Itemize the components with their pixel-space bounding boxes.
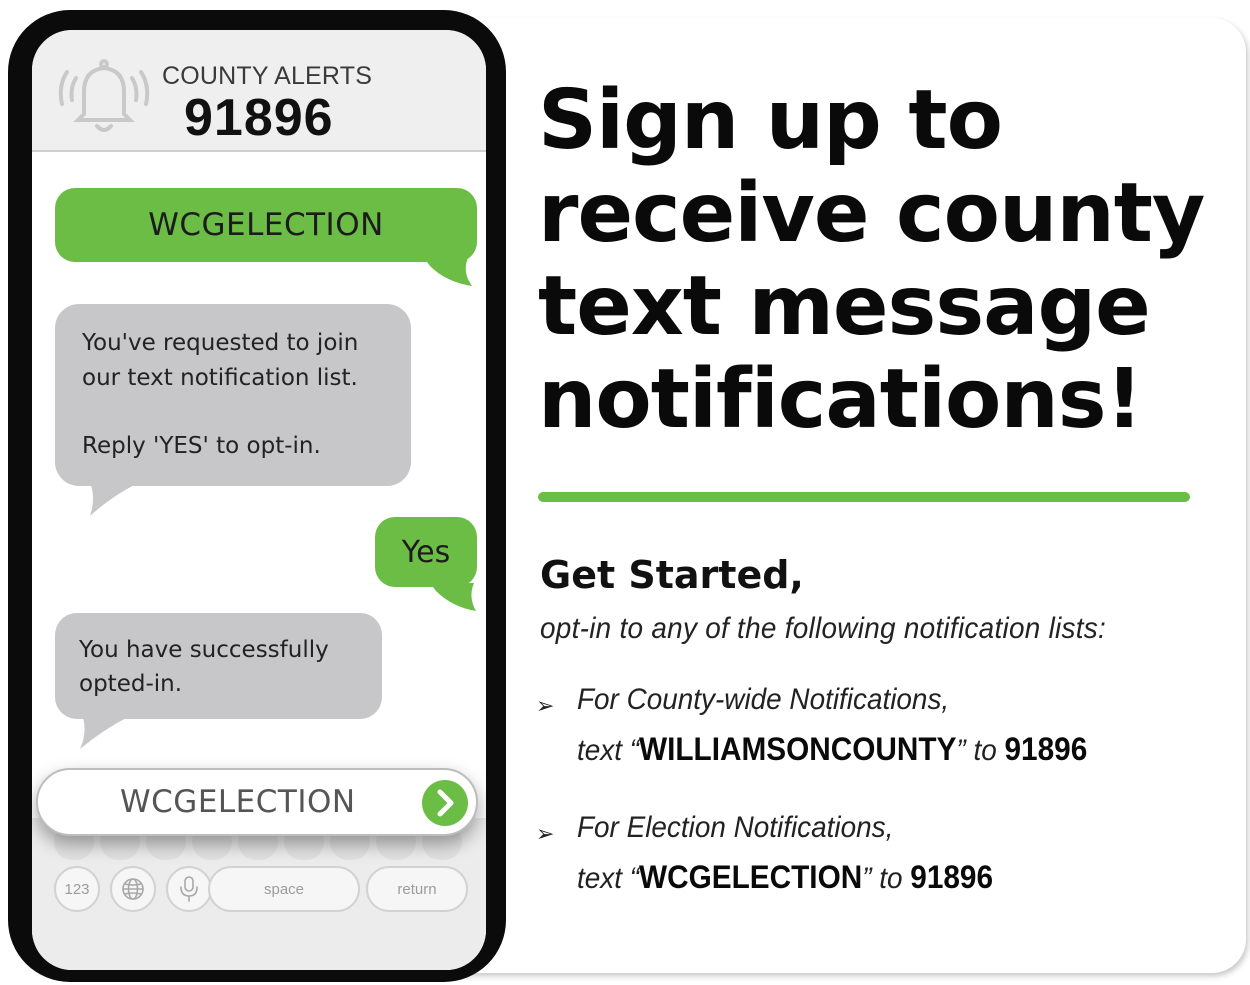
bubble-tail [90,482,140,516]
headline-line: text message [538,259,1151,354]
on-screen-keyboard: 123 space return [32,818,486,970]
header-label: COUNTY ALERTS [162,62,373,90]
arrow-bullet-icon: ➢ [536,821,555,846]
sent-message-bubble: Yes [375,517,477,587]
message-line: You have successfully [79,637,329,663]
message-line: our text notification list. [82,365,358,391]
get-started-intro: opt-in to any of the following notificat… [540,612,1107,645]
message-line: opted-in. [79,671,183,697]
short-code-number: 91896 [184,89,334,147]
message-text: WCGELECTION [148,207,384,243]
message-line: You've requested to join [82,330,359,356]
phone-screen: COUNTY ALERTS 91896 WCGELECTION You've r… [32,30,486,970]
send-button[interactable] [422,780,468,826]
received-message-bubble: You have successfully opted-in. [55,613,382,719]
headline: Sign up to receive county text message n… [538,74,1238,446]
list-item-instruction: text “WILLIAMSONCOUNTY” to 91896 [577,731,1088,767]
conversation-header: COUNTY ALERTS 91896 [32,30,486,152]
return-key[interactable]: return [366,866,468,912]
microphone-key[interactable] [166,866,212,912]
chevron-right-icon [437,789,454,817]
list-item-instruction: text “WCGELECTION” to 91896 [577,859,994,895]
sent-message-bubble: WCGELECTION [55,188,477,262]
globe-key[interactable] [110,866,156,912]
numbers-key[interactable]: 123 [54,866,100,912]
headline-line: Sign up to [538,73,1003,168]
space-key-label: space [263,880,305,898]
received-message-bubble: You've requested to join our text notifi… [55,304,411,486]
headline-line: receive county [538,166,1205,261]
list-item-label: For County-wide Notifications, [577,683,950,716]
divider-rule [538,492,1190,502]
message-text: Yes [401,534,451,570]
message-input-value: WCGELECTION [120,784,356,820]
bubble-tail [424,258,472,286]
alert-bell-icon [58,59,150,132]
keyword: WILLIAMSONCOUNTY [639,731,957,767]
short-code: 91896 [1004,731,1088,767]
globe-icon [122,878,144,900]
message-input[interactable]: WCGELECTION [36,768,478,836]
headline-line: notifications! [538,352,1143,447]
microphone-icon [180,876,198,902]
message-line: Reply 'YES' to opt-in. [82,433,321,459]
numbers-key-label: 123 [64,880,90,898]
bubble-tail [430,583,476,611]
bubble-tail [80,715,132,749]
phone-mockup: COUNTY ALERTS 91896 WCGELECTION You've r… [8,10,506,982]
return-key-label: return [397,880,437,898]
short-code: 91896 [910,859,994,895]
keyword: WCGELECTION [639,859,863,895]
list-item-label: For Election Notifications, [577,811,894,844]
get-started-title: Get Started, [540,553,804,597]
arrow-bullet-icon: ➢ [536,693,555,718]
space-key[interactable]: space [208,866,360,912]
